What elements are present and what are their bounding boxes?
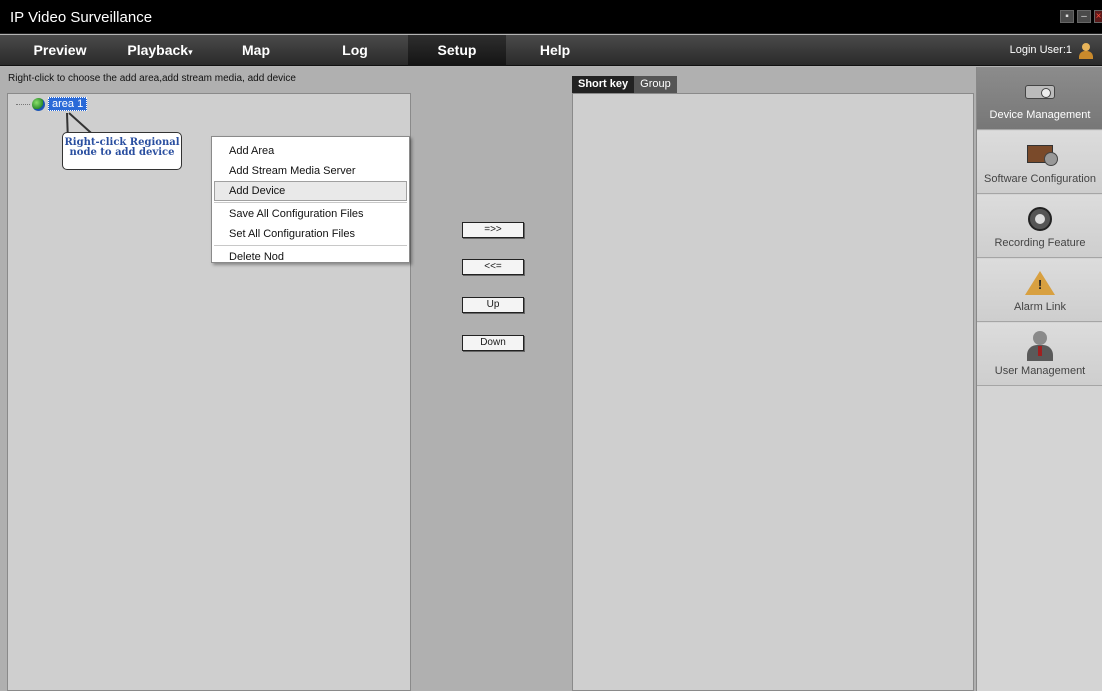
- ctx-add-area[interactable]: Add Area: [212, 141, 409, 161]
- menu-preview[interactable]: Preview: [18, 35, 102, 66]
- main-menu-bar: Preview Playback▾ Map Log Setup Help Log…: [0, 35, 1102, 66]
- sidebar-item-recording-feature[interactable]: Recording Feature: [977, 195, 1102, 258]
- menu-separator: [214, 202, 407, 203]
- ctx-add-device[interactable]: Add Device: [214, 181, 407, 201]
- title-bar: IP Video Surveillance ▪ – ×: [0, 0, 1102, 34]
- sidebar-item-software-configuration[interactable]: Software Configuration: [977, 131, 1102, 194]
- context-menu: Add Area Add Stream Media Server Add Dev…: [211, 136, 410, 263]
- user-icon: [1078, 42, 1094, 59]
- film-reel-icon: [1028, 207, 1052, 231]
- short-key-panel[interactable]: [572, 93, 974, 691]
- login-user: Login User:1: [1010, 35, 1094, 66]
- window-title: IP Video Surveillance: [10, 9, 153, 26]
- tree-node-label[interactable]: area 1: [48, 97, 88, 111]
- globe-icon: [32, 97, 45, 111]
- move-right-button[interactable]: =>>: [462, 222, 524, 238]
- tree-node-area[interactable]: area 1: [16, 97, 88, 111]
- login-user-label: Login User:1: [1009, 44, 1072, 56]
- device-tree-panel[interactable]: area 1 Right-click Regional node to add …: [7, 93, 411, 691]
- ctx-set-all-config[interactable]: Set All Configuration Files: [212, 224, 409, 244]
- menu-help[interactable]: Help: [522, 35, 588, 66]
- menu-map[interactable]: Map: [222, 35, 290, 66]
- callout-line-2: node to add device: [69, 147, 175, 158]
- person-icon: [1027, 331, 1053, 361]
- menu-separator: [214, 245, 407, 246]
- menu-playback[interactable]: Playback▾: [112, 35, 208, 66]
- software-config-icon: [1027, 145, 1058, 166]
- move-left-button[interactable]: <<=: [462, 259, 524, 275]
- sidebar-item-user-management[interactable]: User Management: [977, 323, 1102, 386]
- minimize-icon[interactable]: –: [1077, 10, 1091, 23]
- setup-sidebar: Device Management Software Configuration…: [976, 67, 1102, 691]
- sidebar-item-label: User Management: [994, 365, 1086, 377]
- menu-setup[interactable]: Setup: [408, 35, 506, 66]
- ctx-add-stream-media-server[interactable]: Add Stream Media Server: [212, 161, 409, 181]
- chevron-down-icon: ▾: [188, 47, 193, 57]
- sidebar-item-alarm-link[interactable]: ! Alarm Link: [977, 259, 1102, 322]
- lock-icon[interactable]: ▪: [1060, 10, 1074, 23]
- sidebar-item-label: Recording Feature: [994, 237, 1086, 249]
- tab-group[interactable]: Group: [634, 76, 677, 93]
- help-callout: Right-click Regional node to add device: [62, 132, 182, 170]
- right-tabs: Short key Group: [572, 76, 677, 93]
- ctx-save-all-config[interactable]: Save All Configuration Files: [212, 204, 409, 224]
- sidebar-item-label: Software Configuration: [984, 173, 1096, 185]
- setup-content: Right-click to choose the add area,add s…: [0, 67, 1102, 691]
- ctx-delete-node[interactable]: Delete Nod: [212, 247, 409, 267]
- exclamation-icon: !: [1037, 277, 1043, 292]
- tab-short-key[interactable]: Short key: [572, 76, 635, 93]
- menu-log[interactable]: Log: [320, 35, 390, 66]
- tree-connector: [16, 103, 30, 105]
- move-up-button[interactable]: Up: [462, 297, 524, 313]
- instruction-hint: Right-click to choose the add area,add s…: [8, 73, 296, 84]
- menu-playback-label: Playback: [127, 42, 189, 58]
- sidebar-item-label: Alarm Link: [1014, 301, 1066, 313]
- callout-pointer: [68, 112, 92, 134]
- move-down-button[interactable]: Down: [462, 335, 524, 351]
- close-icon[interactable]: ×: [1094, 10, 1102, 23]
- sidebar-item-device-management[interactable]: Device Management: [977, 67, 1102, 130]
- sidebar-item-label: Device Management: [989, 109, 1091, 121]
- window-controls: ▪ – ×: [1060, 10, 1102, 23]
- projector-icon: [1025, 85, 1055, 99]
